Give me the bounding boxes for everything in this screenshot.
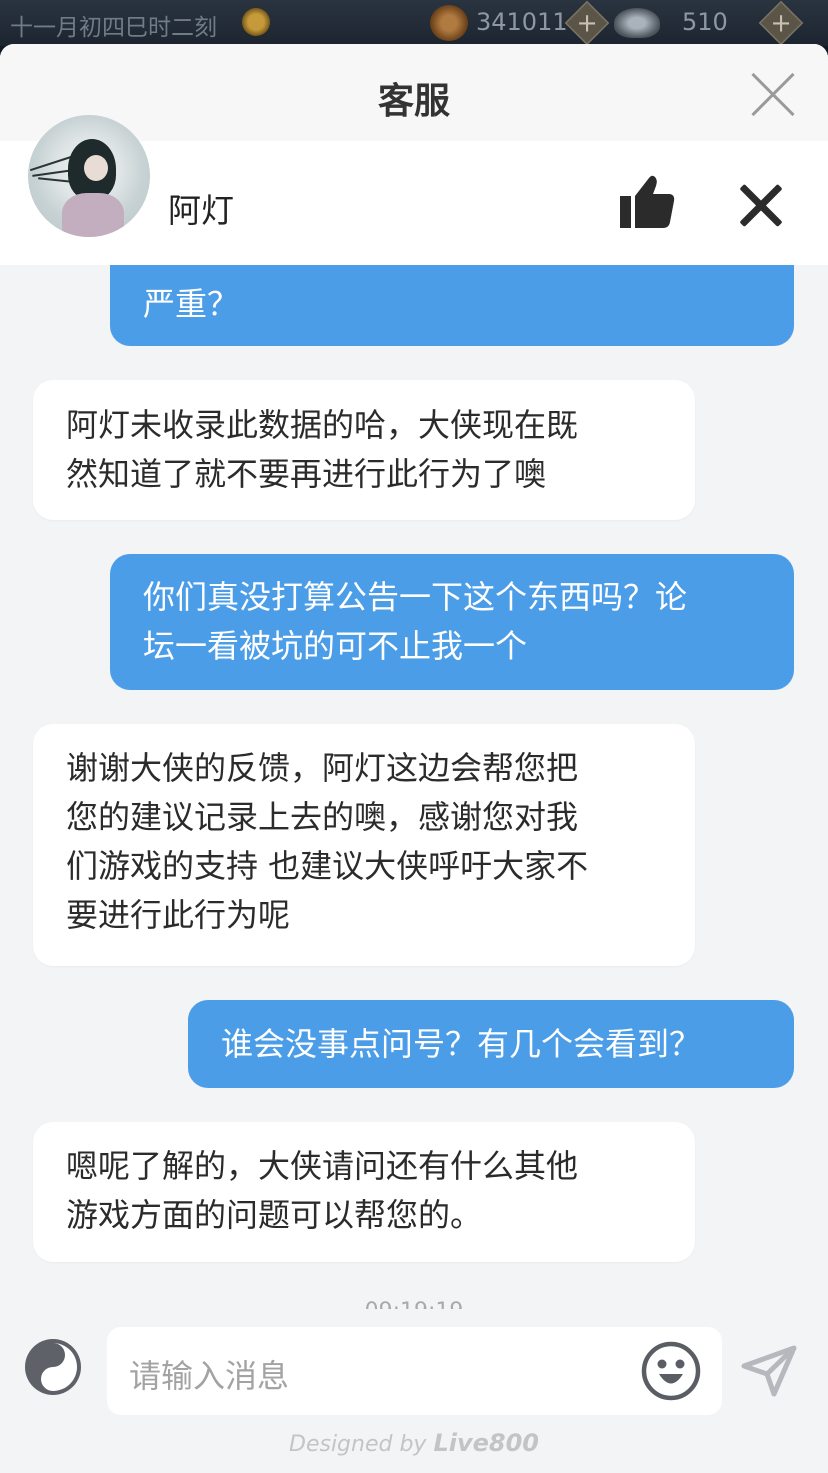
message-line: 然知道了就不要再进行此行为了噢 [66, 455, 547, 493]
message-line: 阿灯未收录此数据的哈，大侠现在既 [66, 406, 579, 444]
ingot-count: 510 [682, 8, 728, 36]
message-text: 严重？ [143, 285, 240, 323]
agent-name: 阿灯 [168, 191, 234, 230]
panel-title: 客服 [377, 81, 450, 122]
thumbs-up-icon[interactable] [618, 172, 676, 230]
sun-icon [242, 8, 270, 36]
coin-count: 341011 [476, 8, 568, 36]
user-message: 谁会没事点问号？有几个会看到？ [188, 1000, 794, 1088]
customer-service-panel: 客服 严重？ 阿灯未收录此数据的哈，大侠现在既 然知道了就不要再进行此行为了噢 … [0, 44, 828, 1473]
emoji-icon[interactable] [641, 1341, 701, 1401]
message-line: 们游戏的支持 也建议大侠呼吁大家不 [66, 847, 589, 885]
message-line: 你们真没打算公告一下这个东西吗？论 [143, 578, 688, 616]
agent-message: 谢谢大侠的反馈，阿灯这边会帮您把 您的建议记录上去的噢，感谢您对我 们游戏的支持… [33, 724, 695, 966]
message-input[interactable]: 请输入消息 [107, 1327, 722, 1415]
add-coins-plus-icon[interactable]: + [564, 0, 610, 46]
message-line: 您的建议记录上去的噢，感谢您对我 [66, 798, 579, 836]
message-line: 谁会没事点问号？有几个会看到？ [221, 1025, 702, 1063]
input-placeholder: 请输入消息 [129, 1357, 290, 1395]
message-line: 游戏方面的问题可以帮您的。 [66, 1196, 483, 1234]
message-line: 要进行此行为呢 [66, 896, 291, 934]
dismiss-icon[interactable] [738, 182, 784, 228]
brand-name: Live800 [433, 1429, 539, 1457]
designed-by-text: Designed by [289, 1432, 434, 1457]
message-line: 坛一看被坑的可不止我一个 [143, 627, 528, 665]
timestamp-clip: 09:19:19 [0, 1299, 828, 1309]
user-message: 你们真没打算公告一下这个东西吗？论 坛一看被坑的可不止我一个 [110, 554, 794, 690]
message-line: 嗯呢了解的，大侠请问还有什么其他 [66, 1147, 579, 1185]
coin-icon [430, 5, 468, 41]
game-date: 十一月初四巳时二刻 [10, 15, 217, 41]
close-icon[interactable] [748, 70, 798, 120]
ingot-icon [614, 8, 660, 38]
agent-avatar [28, 115, 150, 237]
add-ingots-plus-icon[interactable]: + [758, 0, 804, 46]
send-icon[interactable] [740, 1344, 798, 1398]
agent-message: 嗯呢了解的，大侠请问还有什么其他 游戏方面的问题可以帮您的。 [33, 1122, 695, 1262]
game-status-bar: 十一月初四巳时二刻 341011 + 510 + [0, 0, 828, 46]
mood-icon[interactable] [24, 1338, 82, 1396]
powered-by-footer: Designed by Live800 [0, 1429, 828, 1457]
message-timestamp: 09:19:19 [0, 1299, 828, 1309]
agent-message: 阿灯未收录此数据的哈，大侠现在既 然知道了就不要再进行此行为了噢 [33, 380, 695, 520]
plus-glyph: + [770, 7, 792, 38]
message-line: 谢谢大侠的反馈，阿灯这边会帮您把 [66, 749, 579, 787]
plus-glyph: + [576, 7, 598, 38]
